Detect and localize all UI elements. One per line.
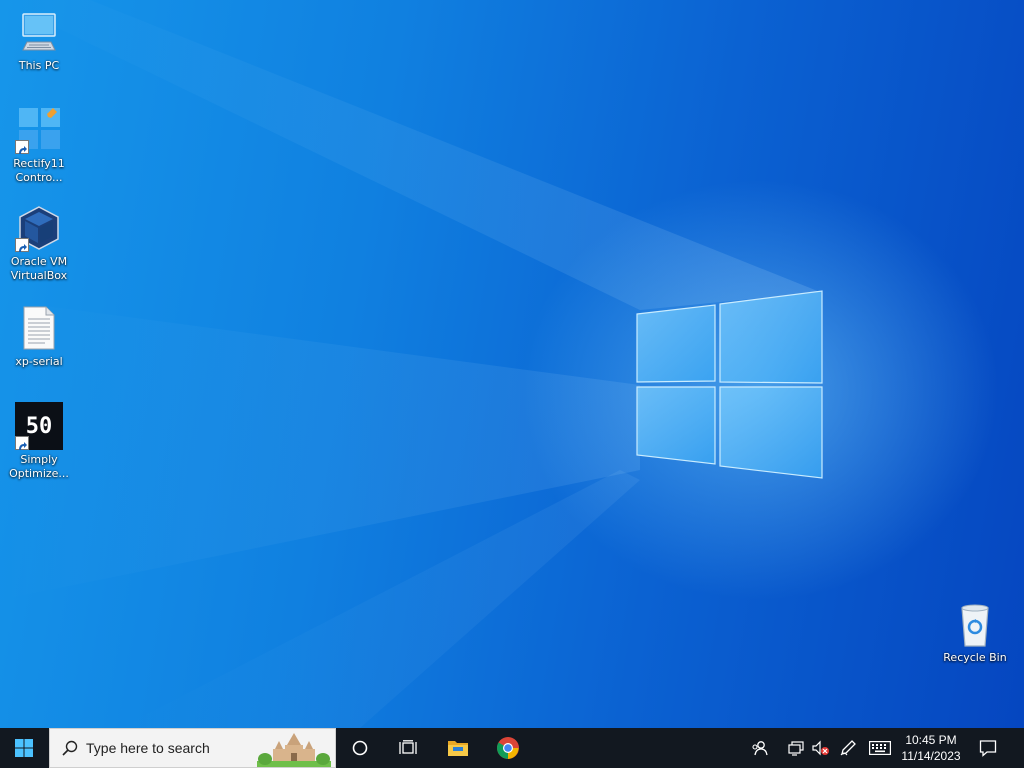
search-box[interactable]: Type here to search — [49, 728, 336, 768]
desktop-icon-recycle-bin[interactable]: Recycle Bin — [938, 600, 1012, 665]
desktop-icon-label: Rectify11 Contro... — [13, 157, 65, 184]
virtualbox-icon — [15, 204, 63, 252]
search-icon — [62, 740, 78, 756]
desktop-icon-virtualbox[interactable]: Oracle VM VirtualBox — [2, 204, 76, 283]
desktop-icon-rectify11[interactable]: Rectify11 Contro... — [2, 106, 76, 185]
windows-logo-wallpaper — [0, 0, 823, 728]
volume-muted-icon — [812, 740, 829, 756]
folder-icon — [448, 741, 468, 756]
pen-icon — [840, 740, 856, 756]
search-placeholder: Type here to search — [86, 740, 210, 756]
desktop-icon-label: xp-serial — [15, 355, 63, 368]
task-view-icon — [399, 740, 417, 754]
task-view-button[interactable] — [384, 728, 432, 768]
start-button[interactable] — [0, 728, 48, 768]
taskbar: Type here to search 10:45 PM 11/14/2023 — [0, 728, 1024, 768]
desktop-icon-label: This PC — [18, 59, 60, 72]
network-button[interactable] — [784, 728, 808, 768]
people-icon — [752, 741, 768, 756]
desktop-wallpaper[interactable]: This PC Rectify11 Contro... Oracle VM Vi… — [0, 0, 1024, 728]
volume-button[interactable] — [808, 728, 832, 768]
cortana-button[interactable] — [336, 728, 384, 768]
recycle-bin-icon — [951, 600, 999, 648]
action-center-icon — [979, 740, 997, 757]
pen-workspace-button[interactable] — [836, 728, 860, 768]
shortcut-arrow-icon — [15, 140, 29, 154]
temple-highlight-icon[interactable] — [257, 731, 331, 767]
clock-date: 11/14/2023 — [901, 749, 961, 763]
windows-tiles-icon — [15, 106, 63, 154]
clock[interactable]: 10:45 PM 11/14/2023 — [892, 728, 970, 768]
touch-keyboard-button[interactable] — [866, 728, 894, 768]
desktop-icon-label: Oracle VM VirtualBox — [10, 255, 68, 282]
network-icon — [788, 741, 804, 756]
desktop-icon-xp-serial[interactable]: xp-serial — [2, 304, 76, 369]
people-button[interactable] — [748, 728, 772, 768]
chrome-button[interactable] — [484, 728, 532, 768]
desktop-icon-label: Recycle Bin — [943, 651, 1007, 664]
optimizer-glyph: 50 — [25, 413, 53, 439]
desktop-icon-this-pc[interactable]: This PC — [2, 8, 76, 73]
keyboard-icon — [869, 741, 891, 755]
desktop-icon-simply-optimize[interactable]: 50 Simply Optimize... — [2, 402, 76, 481]
text-document-icon — [15, 304, 63, 352]
chrome-icon — [497, 737, 519, 759]
action-center-button[interactable] — [970, 728, 1006, 768]
optimizer-icon: 50 — [15, 402, 63, 450]
computer-icon — [15, 8, 63, 56]
shortcut-arrow-icon — [15, 436, 29, 450]
windows-logo-icon — [15, 739, 33, 757]
clock-time: 10:45 PM — [905, 733, 957, 747]
shortcut-arrow-icon — [15, 238, 29, 252]
cortana-circle-icon — [352, 740, 368, 756]
file-explorer-button[interactable] — [434, 728, 482, 768]
desktop-icon-label: Simply Optimize... — [9, 453, 69, 480]
